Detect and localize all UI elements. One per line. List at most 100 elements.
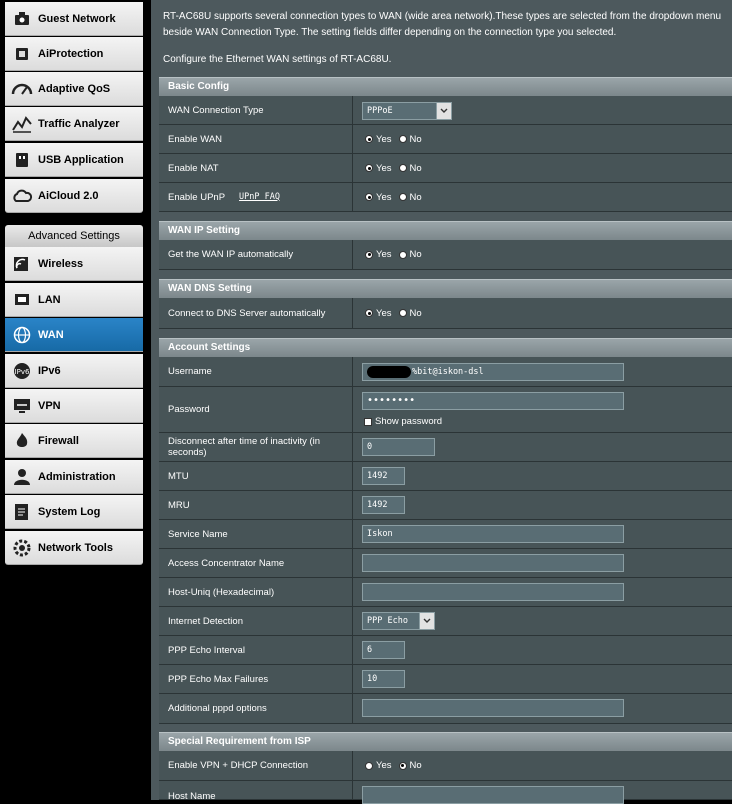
sidebar-item-adaptive-qos[interactable]: Adaptive QoS xyxy=(5,72,143,106)
show-password-checkbox[interactable]: Show password xyxy=(364,416,442,427)
sidebar-item-usb-application[interactable]: USB Application xyxy=(5,143,143,177)
firewall-icon xyxy=(10,429,34,453)
password-row: Password •••••••• Show password xyxy=(159,387,732,433)
host-name-row: Host Name xyxy=(159,781,732,804)
sidebar-item-network-tools[interactable]: Network Tools xyxy=(5,531,143,565)
host-name-label: Host Name xyxy=(159,781,353,802)
mtu-label: MTU xyxy=(159,462,353,490)
host-name-input[interactable] xyxy=(362,786,624,804)
disconnect-inactivity-input[interactable]: 0 xyxy=(362,438,435,456)
usb-icon xyxy=(10,148,34,172)
advanced-settings-header: Advanced Settings xyxy=(5,225,143,247)
enable-upnp-yes-radio[interactable]: Yes xyxy=(365,192,392,203)
network-tools-icon xyxy=(10,536,34,560)
mtu-input[interactable]: 1492 xyxy=(362,467,405,485)
svg-text:IPv6: IPv6 xyxy=(15,368,30,376)
wan-dns-setting-title: WAN DNS Setting xyxy=(159,279,732,298)
sidebar-item-label: IPv6 xyxy=(38,364,61,377)
sidebar-item-label: Firewall xyxy=(38,434,79,447)
sidebar-item-traffic-analyzer[interactable]: Traffic Analyzer xyxy=(5,107,143,141)
wan-dns-auto-yes-radio[interactable]: Yes xyxy=(365,308,392,319)
host-uniq-row: Host-Uniq (Hexadecimal) xyxy=(159,578,732,607)
sidebar-item-label: Network Tools xyxy=(38,541,113,554)
enable-nat-label: Enable NAT xyxy=(159,154,353,182)
sidebar-item-wan[interactable]: WAN xyxy=(5,318,143,352)
enable-wan-no-radio[interactable]: No xyxy=(398,134,422,145)
sidebar: Guest Network AiProtection Adaptive QoS … xyxy=(5,0,143,567)
host-uniq-input[interactable] xyxy=(362,583,624,601)
access-concentrator-input[interactable] xyxy=(362,554,624,572)
cloud-icon xyxy=(10,184,34,208)
administration-icon xyxy=(10,465,34,489)
password-input[interactable]: •••••••• xyxy=(362,392,624,410)
special-requirement-isp-title: Special Requirement from ISP xyxy=(159,732,732,751)
redacted-mark xyxy=(367,365,411,378)
enable-upnp-no-radio[interactable]: No xyxy=(398,192,422,203)
wan-connection-type-select[interactable]: PPPoE xyxy=(362,102,452,120)
intro-configure-text: Configure the Ethernet WAN settings of R… xyxy=(163,54,392,65)
wan-ip-auto-row: Get the WAN IP automatically Yes No xyxy=(159,240,732,270)
intro-description: RT-AC68U supports several connection typ… xyxy=(163,11,722,38)
username-input[interactable]: %bit@iskon-dsl xyxy=(362,363,624,381)
sidebar-item-label: AiCloud 2.0 xyxy=(38,189,99,202)
vpn-dhcp-yes-radio[interactable]: Yes xyxy=(365,760,392,771)
sidebar-item-aicloud[interactable]: AiCloud 2.0 xyxy=(5,179,143,213)
sidebar-item-label: WAN xyxy=(38,328,64,341)
guest-network-icon xyxy=(10,7,34,31)
internet-detection-label: Internet Detection xyxy=(159,607,353,635)
wan-ip-auto-yes-radio[interactable]: Yes xyxy=(365,249,392,260)
ppp-echo-max-failures-row: PPP Echo Max Failures 10 xyxy=(159,665,732,694)
ipv6-icon: IPv6 xyxy=(10,359,34,383)
enable-upnp-label: Enable UPnP xyxy=(168,191,226,203)
ppp-echo-interval-label: PPP Echo Interval xyxy=(159,636,353,664)
service-name-input[interactable]: Iskon xyxy=(362,525,624,543)
sidebar-item-system-log[interactable]: System Log xyxy=(5,495,143,529)
access-concentrator-label: Access Concentrator Name xyxy=(159,549,353,577)
sidebar-item-wireless[interactable]: Wireless xyxy=(5,247,143,281)
wan-dns-auto-label: Connect to DNS Server automatically xyxy=(159,298,353,328)
enable-wan-yes-radio[interactable]: Yes xyxy=(365,134,392,145)
mru-row: MRU 1492 xyxy=(159,491,732,520)
sidebar-item-firewall[interactable]: Firewall xyxy=(5,424,143,458)
sidebar-item-label: Administration xyxy=(38,470,116,483)
ppp-echo-interval-row: PPP Echo Interval 6 xyxy=(159,636,732,665)
vpn-icon xyxy=(10,394,34,418)
wan-ip-auto-no-radio[interactable]: No xyxy=(398,249,422,260)
wan-connection-type-row: WAN Connection Type PPPoE xyxy=(159,96,732,125)
enable-nat-row: Enable NAT Yes No xyxy=(159,154,732,183)
system-log-icon xyxy=(10,500,34,524)
disconnect-inactivity-label: Disconnect after time of inactivity (in … xyxy=(159,433,353,461)
ppp-echo-max-failures-label: PPP Echo Max Failures xyxy=(159,665,353,693)
enable-upnp-row: Enable UPnP UPnP FAQ Yes No xyxy=(159,183,732,212)
pppd-options-input[interactable] xyxy=(362,699,624,717)
enable-nat-yes-radio[interactable]: Yes xyxy=(365,163,392,174)
wan-dns-auto-no-radio[interactable]: No xyxy=(398,308,422,319)
sidebar-item-label: LAN xyxy=(38,293,61,306)
aiprotection-icon xyxy=(10,42,34,66)
wireless-icon xyxy=(10,252,34,276)
service-name-row: Service Name Iskon xyxy=(159,520,732,549)
chevron-down-icon xyxy=(419,613,434,629)
username-label: Username xyxy=(159,357,353,386)
sidebar-item-guest-network[interactable]: Guest Network xyxy=(5,2,143,36)
sidebar-item-aiprotection[interactable]: AiProtection xyxy=(5,37,143,71)
ppp-echo-interval-input[interactable]: 6 xyxy=(362,641,405,659)
sidebar-item-label: AiProtection xyxy=(38,47,104,60)
internet-detection-row: Internet Detection PPP Echo xyxy=(159,607,732,636)
enable-wan-row: Enable WAN Yes No xyxy=(159,125,732,154)
password-label: Password xyxy=(159,387,353,432)
sidebar-item-label: VPN xyxy=(38,399,61,412)
internet-detection-select[interactable]: PPP Echo xyxy=(362,612,435,630)
mru-label: MRU xyxy=(159,491,353,519)
vpn-dhcp-no-radio[interactable]: No xyxy=(398,760,422,771)
mru-input[interactable]: 1492 xyxy=(362,496,405,514)
sidebar-item-administration[interactable]: Administration xyxy=(5,460,143,494)
upnp-faq-link[interactable]: UPnP FAQ xyxy=(239,192,280,203)
sidebar-item-ipv6[interactable]: IPv6 IPv6 xyxy=(5,354,143,388)
enable-nat-no-radio[interactable]: No xyxy=(398,163,422,174)
sidebar-item-label: System Log xyxy=(38,505,101,518)
sidebar-item-lan[interactable]: LAN xyxy=(5,283,143,317)
sidebar-item-vpn[interactable]: VPN xyxy=(5,389,143,423)
sidebar-item-label: Adaptive QoS xyxy=(38,82,111,95)
ppp-echo-max-failures-input[interactable]: 10 xyxy=(362,670,405,688)
